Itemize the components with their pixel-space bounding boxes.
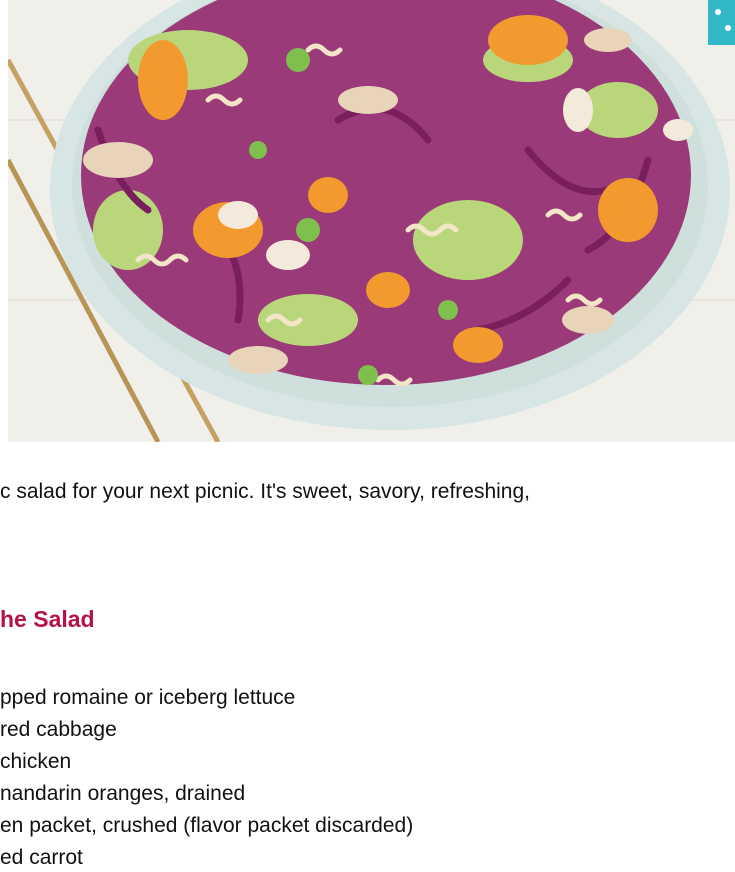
ingredient-item: en packet, crushed (flavor packet discar…: [0, 814, 414, 837]
ingredient-item: chicken: [0, 750, 72, 773]
ingredient-item: ed carrot: [0, 846, 83, 869]
ingredients-section-heading: he Salad: [0, 606, 95, 632]
ingredient-item: nandarin oranges, drained: [0, 782, 246, 805]
recipe-intro-text: c salad for your next picnic. It's sweet…: [0, 480, 531, 503]
ingredient-item: pped romaine or iceberg lettuce: [0, 686, 296, 709]
recipe-page: c salad for your next picnic. It's sweet…: [0, 0, 735, 872]
napkin: [708, 0, 735, 45]
ingredient-list: pped romaine or iceberg lettuce red cabb…: [0, 682, 413, 872]
salad-illustration: [8, 0, 735, 442]
salad-photo: [8, 0, 735, 442]
ingredient-item: red cabbage: [0, 718, 117, 741]
